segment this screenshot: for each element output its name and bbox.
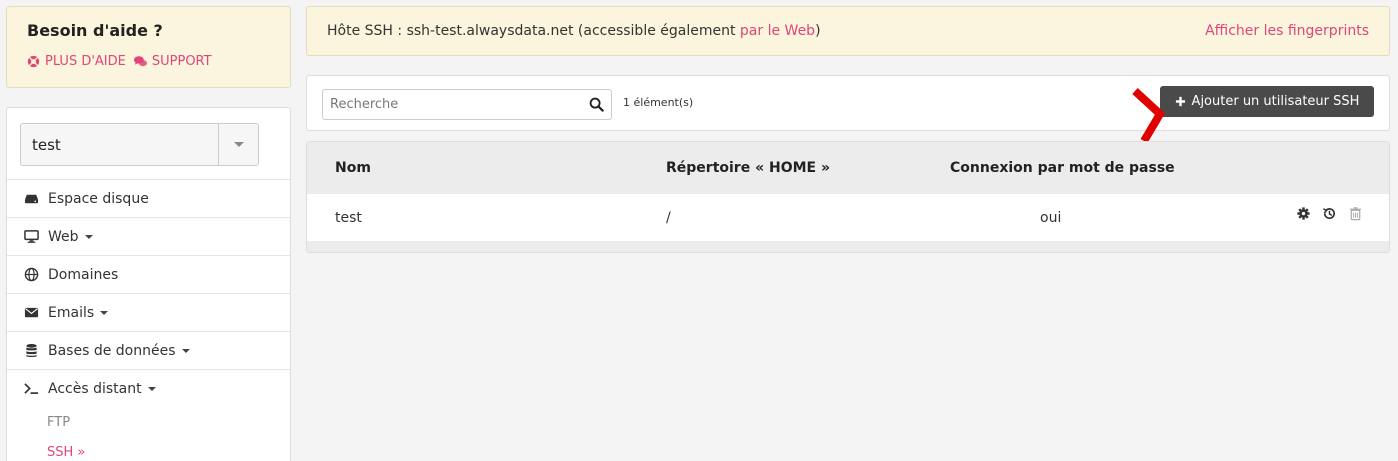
- envelope-icon: [23, 305, 39, 321]
- more-help-label: PLUS D'AIDE: [45, 54, 126, 69]
- cell-name: test: [335, 209, 362, 226]
- more-help-link[interactable]: PLUS D'AIDE: [27, 54, 126, 69]
- account-select-value: test: [32, 135, 61, 154]
- table-header: Nom Répertoire « HOME » Connexion par mo…: [307, 142, 1389, 194]
- sidebar: test Espace disque Web Domaines Emails B…: [6, 107, 291, 461]
- column-header-name[interactable]: Nom: [335, 160, 371, 176]
- ssh-host-text: Hôte SSH : ssh-test.alwaysdata.net (acce…: [327, 23, 740, 39]
- search-input[interactable]: [323, 90, 581, 119]
- sidebar-item-label: Accès distant: [48, 380, 142, 397]
- search-box: [322, 89, 612, 120]
- ssh-host-suffix: ): [815, 23, 821, 39]
- database-icon: [23, 343, 39, 359]
- add-ssh-user-label: Ajouter un utilisateur SSH: [1191, 94, 1360, 109]
- history-icon[interactable]: [1322, 206, 1337, 221]
- caret-down-icon: [181, 348, 190, 353]
- plus-icon: [1175, 96, 1185, 107]
- sidebar-subitem-ssh[interactable]: SSH »: [7, 437, 290, 461]
- sidebar-item-label: Web: [48, 228, 79, 245]
- gear-icon[interactable]: [1296, 206, 1311, 221]
- toolbar: 1 élément(s) Ajouter un utilisateur SSH: [306, 75, 1390, 131]
- cell-password-login: oui: [1040, 209, 1062, 226]
- monitor-icon: [23, 229, 39, 245]
- chevron-down-icon[interactable]: [218, 124, 258, 165]
- support-link[interactable]: SUPPORT: [133, 54, 212, 69]
- show-fingerprints-link[interactable]: Afficher les fingerprints: [1205, 23, 1369, 39]
- caret-down-icon: [147, 386, 156, 391]
- column-header-home[interactable]: Répertoire « HOME »: [666, 160, 830, 176]
- column-header-password-login[interactable]: Connexion par mot de passe: [950, 160, 1175, 176]
- caret-down-icon: [100, 310, 109, 315]
- account-select[interactable]: test: [20, 123, 259, 166]
- cell-home: /: [666, 209, 671, 226]
- ssh-host-notice: Hôte SSH : ssh-test.alwaysdata.net (acce…: [306, 6, 1390, 56]
- sidebar-item-web[interactable]: Web: [7, 217, 290, 255]
- add-ssh-user-button[interactable]: Ajouter un utilisateur SSH: [1160, 86, 1374, 117]
- sidebar-item-label: Emails: [48, 304, 95, 321]
- search-icon[interactable]: [581, 97, 611, 112]
- trash-icon[interactable]: [1348, 206, 1363, 221]
- lifebuoy-icon: [27, 55, 40, 68]
- support-label: SUPPORT: [151, 54, 212, 69]
- caret-down-icon: [84, 234, 93, 239]
- ssh-users-table: Nom Répertoire « HOME » Connexion par mo…: [306, 141, 1390, 253]
- help-box: Besoin d'aide ? PLUS D'AIDE SUPPORT: [6, 6, 291, 88]
- sidebar-item-label: Bases de données: [48, 342, 176, 359]
- sidebar-item-databases[interactable]: Bases de données: [7, 331, 290, 369]
- sidebar-item-label: Espace disque: [48, 190, 149, 207]
- help-title: Besoin d'aide ?: [27, 21, 163, 40]
- globe-icon: [23, 267, 39, 283]
- comments-icon: [133, 56, 147, 67]
- hdd-icon: [23, 191, 39, 207]
- web-ssh-link[interactable]: par le Web: [740, 23, 815, 39]
- row-actions: [1296, 206, 1363, 221]
- sidebar-item-disk[interactable]: Espace disque: [7, 179, 290, 217]
- sidebar-item-remote-access[interactable]: Accès distant: [7, 369, 290, 407]
- annotation-arrow-icon: [1132, 88, 1166, 144]
- table-row: test / oui: [307, 194, 1389, 241]
- sidebar-item-label: Domaines: [48, 266, 119, 283]
- sidebar-nav: Espace disque Web Domaines Emails Bases …: [7, 179, 290, 461]
- sidebar-subitem-ftp[interactable]: FTP: [7, 407, 290, 437]
- item-count: 1 élément(s): [623, 96, 694, 109]
- sidebar-item-domains[interactable]: Domaines: [7, 255, 290, 293]
- sidebar-item-emails[interactable]: Emails: [7, 293, 290, 331]
- terminal-icon: [23, 381, 39, 397]
